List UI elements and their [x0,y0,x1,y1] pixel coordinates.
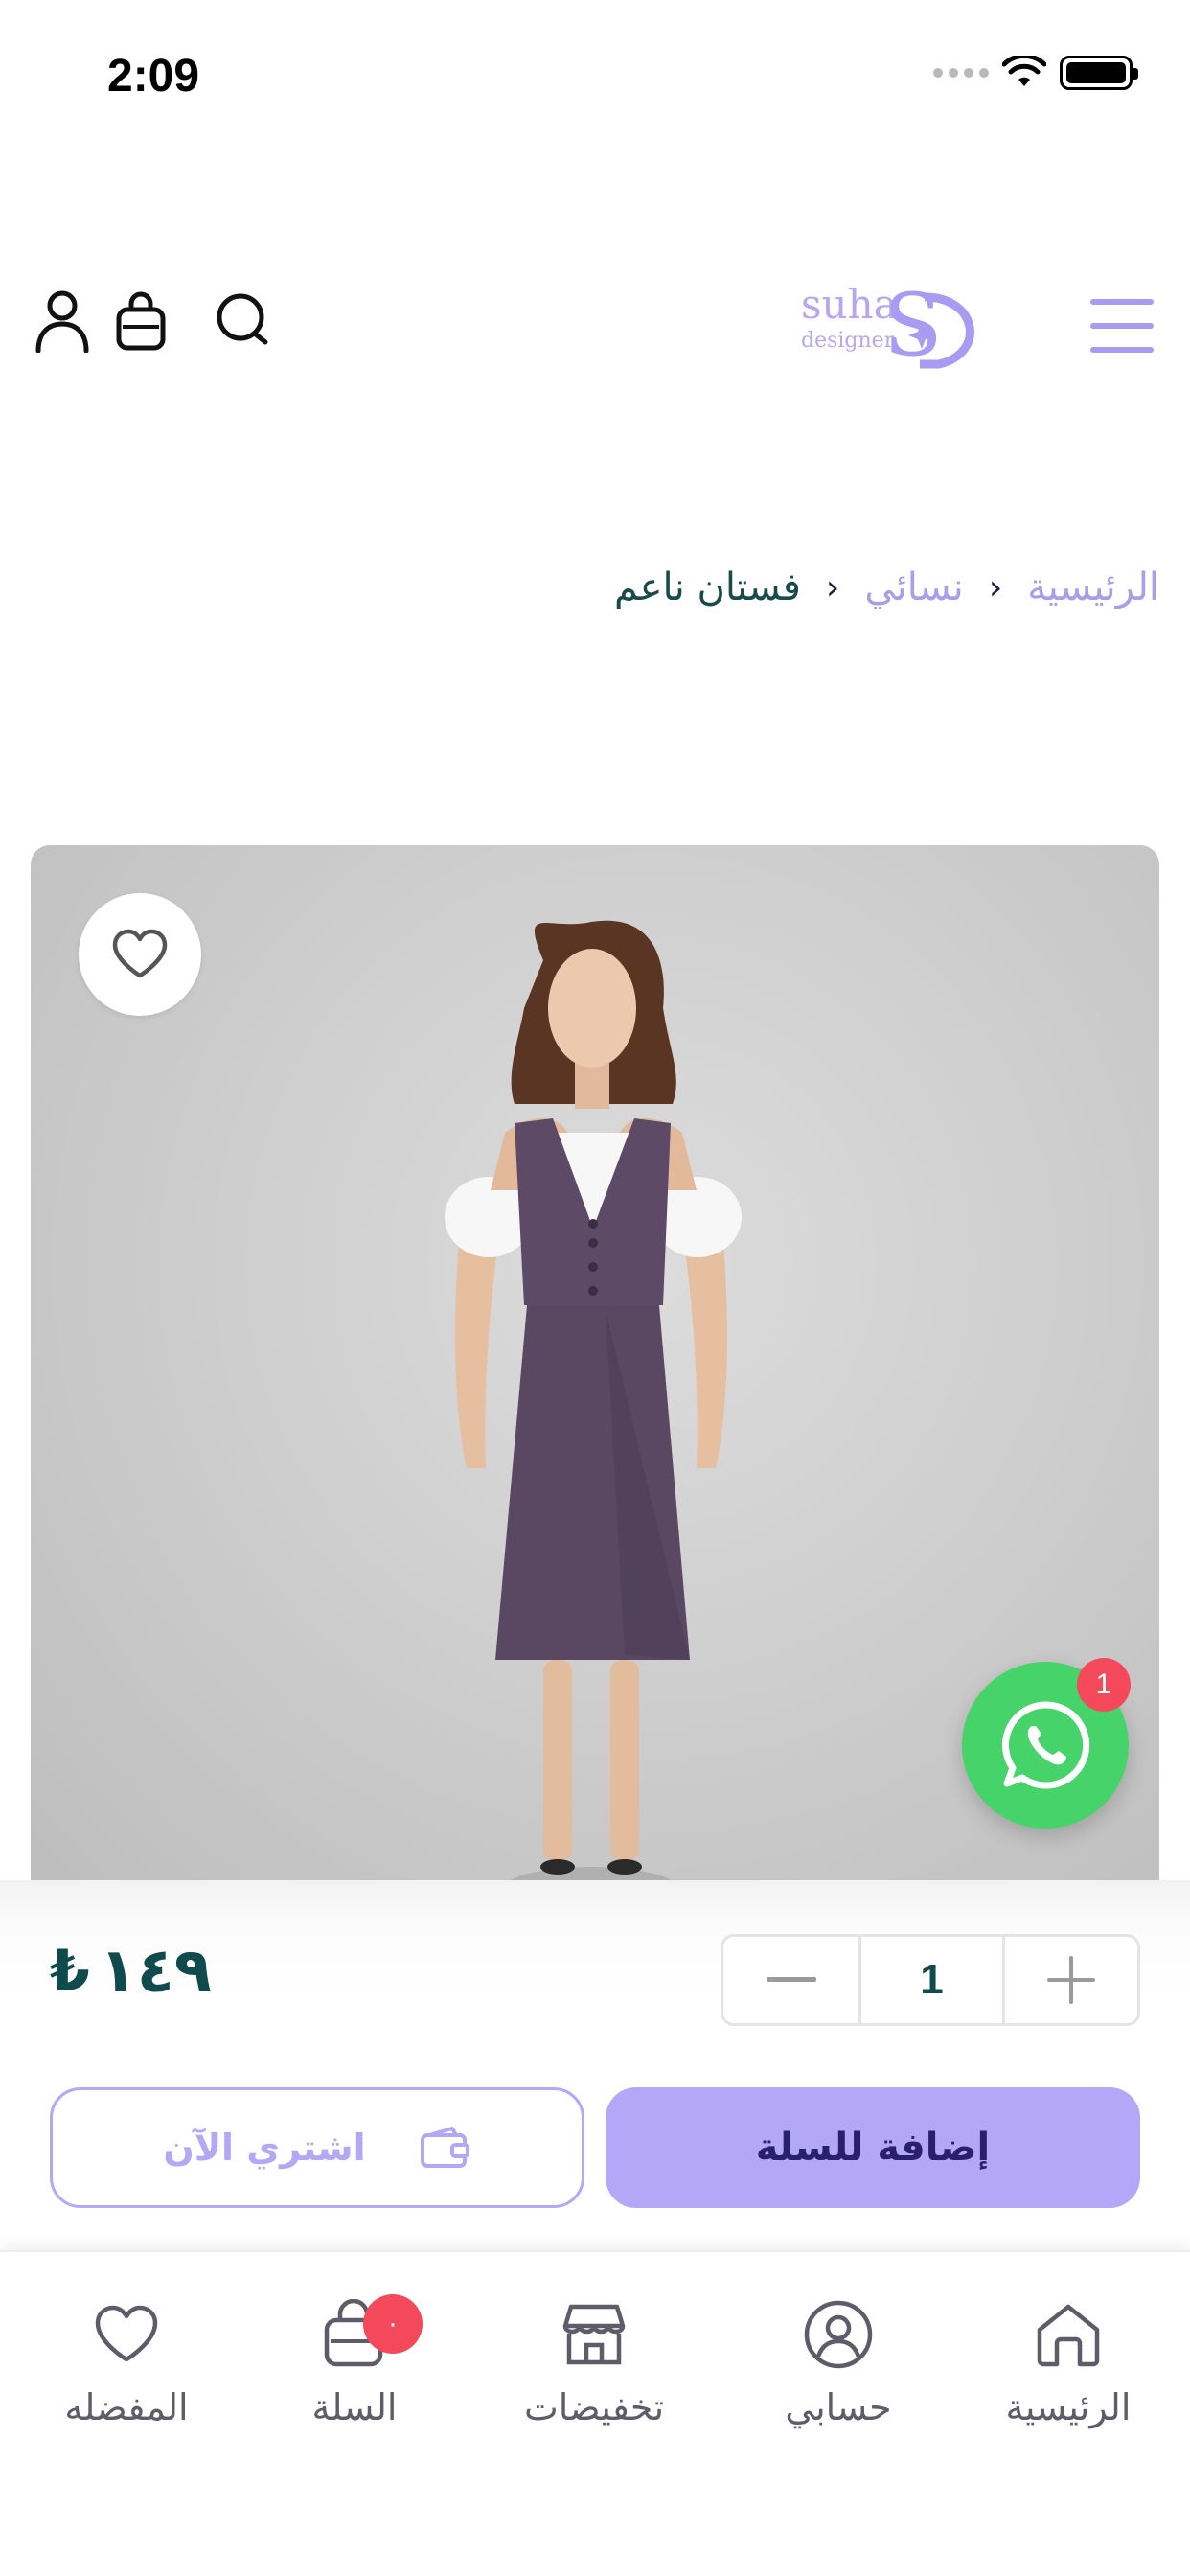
decrease-quantity-button[interactable] [723,1937,861,2023]
user-icon [35,290,89,353]
nav-label-favorites: المفضله [64,2386,189,2428]
whatsapp-badge: 1 [1077,1658,1131,1712]
nav-label-cart: السلة [311,2386,398,2428]
buy-now-label: اشتري الآن [163,2127,366,2169]
breadcrumb-home[interactable]: الرئيسية [1027,565,1159,610]
price-value: ١٤٩ [99,1936,212,2007]
signal-icon [933,68,989,78]
wifi-icon [1002,56,1046,86]
nav-item-cart[interactable]: ٠ السلة [287,2294,423,2428]
nav-item-account[interactable]: حسابي [767,2294,910,2428]
menu-icon [1090,299,1154,305]
account-button[interactable] [31,288,94,355]
nav-item-favorites[interactable]: المفضله [50,2294,203,2428]
search-icon [217,293,268,345]
buy-now-button[interactable]: اشتري الآن [50,2087,584,2208]
favorite-button[interactable] [79,893,201,1016]
chevron-right-icon: › [988,567,1003,608]
quantity-value[interactable]: 1 [861,1937,1005,2023]
cart-header-button[interactable] [107,288,174,355]
brand-logo[interactable]: suha designer S [795,275,987,376]
breadcrumb-current: فستان ناعم [613,565,801,610]
breadcrumb: الرئيسية › نسائي › فستان ناعم [614,565,1159,610]
logo-monogram: S [883,276,943,372]
nav-label-discounts: تخفيضات [523,2386,665,2428]
store-icon [562,2304,626,2365]
heart-icon [95,2305,158,2362]
nav-label-home: الرئيسية [1005,2386,1132,2428]
increase-quantity-button[interactable] [1005,1937,1137,2023]
header-actions [31,288,278,355]
battery-icon [1060,56,1138,90]
search-button[interactable] [211,288,278,355]
breadcrumb-women[interactable]: نسائي [864,565,963,610]
bottom-nav: المفضله ٠ السلة تخفيضات حسابي الرئيسية [0,2250,1190,2576]
nav-label-account: حسابي [785,2386,892,2428]
product-page: 2:09 suha designer S الرئيسية › نسائي › … [0,0,1190,2576]
status-time: 2:09 [107,51,200,102]
chevron-right-icon: › [825,567,840,608]
logo-subtext: designer [801,329,895,353]
menu-button[interactable] [1090,299,1154,353]
product-price: ₺ ١٤٩ [50,1936,212,2007]
minus-icon [766,1977,816,1982]
user-circle-icon [804,2300,873,2369]
quantity-stepper: 1 [721,1934,1140,2026]
whatsapp-icon [1001,1701,1090,1789]
add-to-cart-button[interactable]: إضافة للسلة [606,2087,1140,2208]
currency-symbol: ₺ [50,1938,90,2005]
status-indicators [933,56,1138,90]
plus-icon [1047,1956,1095,2004]
nav-item-home[interactable]: الرئيسية [987,2294,1150,2428]
bag-icon [116,291,166,351]
heart-icon [112,929,168,978]
nav-item-discounts[interactable]: تخفيضات [508,2294,680,2428]
home-icon [1037,2304,1100,2367]
cart-count-badge: ٠ [363,2294,423,2354]
wallet-icon [420,2127,469,2168]
